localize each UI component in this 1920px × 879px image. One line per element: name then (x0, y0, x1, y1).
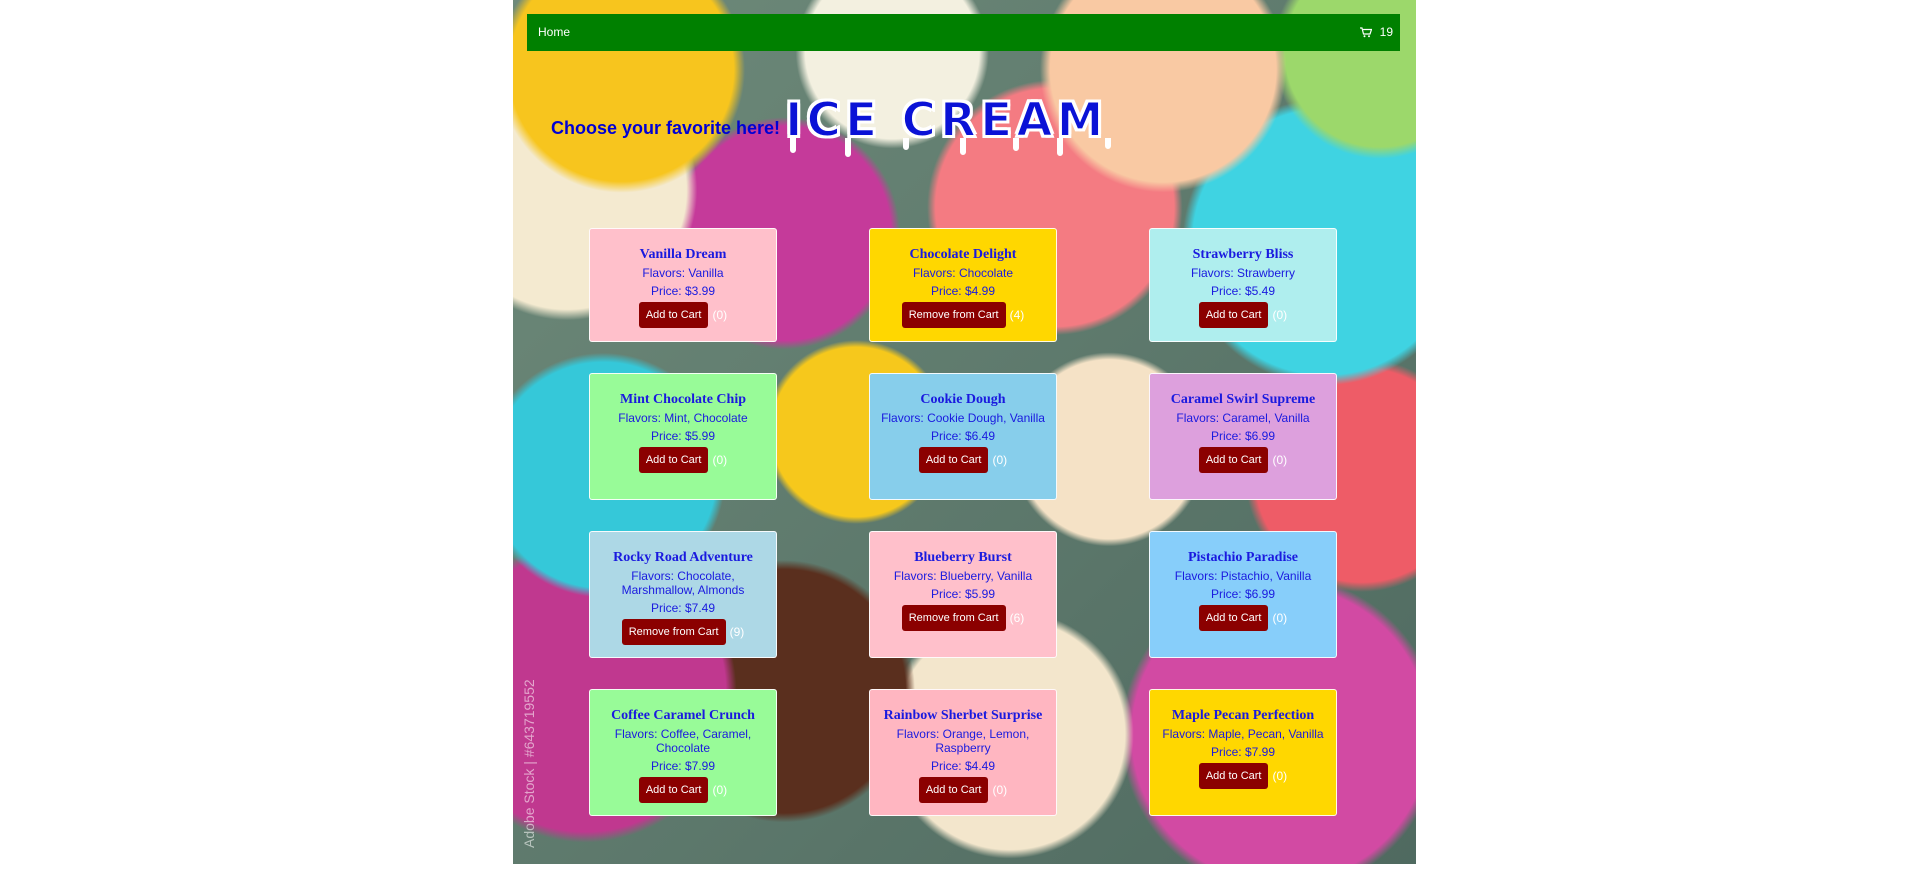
product-actions: Add to Cart (0) (870, 777, 1056, 803)
product-price: Price: $7.99 (650, 759, 716, 773)
add-to-cart-button[interactable]: Add to Cart (638, 447, 709, 473)
product-price: Price: $4.49 (930, 759, 996, 773)
product-card: Coffee Caramel Crunch Flavors: Coffee, Ca… (589, 689, 777, 816)
nav-cart-link[interactable]: 19 (1359, 25, 1393, 39)
product-cart-count: (0) (712, 308, 728, 322)
product-price: Price: $6.99 (1210, 429, 1276, 443)
product-flavors: Flavors: Blueberry, Vanilla (893, 569, 1033, 583)
product-cart-count: (0) (1272, 611, 1288, 625)
product-card: Blueberry Burst Flavors: Blueberry, Vanil… (869, 531, 1057, 658)
product-cart-count: (0) (1272, 453, 1288, 467)
product-price: Price: $6.49 (930, 429, 996, 443)
product-card: Maple Pecan Perfection Flavors: Maple, Pe… (1149, 689, 1337, 816)
product-flavors: Flavors: Chocolate (912, 266, 1014, 280)
product-price: Price: $6.99 (1210, 587, 1276, 601)
add-to-cart-button[interactable]: Add to Cart (1198, 763, 1269, 789)
product-flavors: Flavors: Caramel, Vanilla (1176, 411, 1310, 425)
product-name: Rocky Road Adventure (613, 550, 753, 565)
product-name: Coffee Caramel Crunch (611, 708, 755, 723)
product-card: Pistachio Paradise Flavors: Pistachio, Va… (1149, 531, 1337, 658)
product-price: Price: $5.49 (1210, 284, 1276, 298)
product-name: Mint Chocolate Chip (620, 392, 746, 407)
product-actions: Remove from Cart (6) (870, 605, 1056, 631)
product-cart-count: (0) (1272, 769, 1288, 783)
product-name: Cookie Dough (920, 392, 1006, 407)
product-name: Vanilla Dream (639, 247, 727, 262)
product-card: Strawberry Bliss Flavors: Strawberry Price… (1149, 228, 1337, 342)
product-actions: Remove from Cart (9) (590, 619, 776, 645)
navbar: Home 19 (527, 14, 1400, 51)
product-name: Maple Pecan Perfection (1171, 708, 1315, 723)
nav-home-link[interactable]: Home (538, 25, 570, 39)
product-card: Chocolate Delight Flavors: Chocolate Price… (869, 228, 1057, 342)
cart-count: 19 (1379, 25, 1393, 39)
product-cart-count: (0) (1272, 308, 1288, 322)
product-actions: Add to Cart (0) (1150, 763, 1336, 789)
product-cart-count: (0) (712, 783, 728, 797)
stock-watermark: Adobe Stock | #643719552 (521, 679, 537, 848)
product-name: Blueberry Burst (914, 550, 1012, 565)
add-to-cart-button[interactable]: Add to Cart (918, 447, 989, 473)
product-flavors: Flavors: Strawberry (1190, 266, 1296, 280)
drip-decoration (790, 138, 1111, 157)
product-flavors: Flavors: Maple, Pecan, Vanilla (1162, 727, 1324, 741)
add-to-cart-button[interactable]: Add to Cart (1198, 605, 1269, 631)
cart-icon (1359, 26, 1372, 37)
product-name: Caramel Swirl Supreme (1170, 392, 1316, 407)
product-flavors: Flavors: Pistachio, Vanilla (1174, 569, 1312, 583)
product-name: Strawberry Bliss (1192, 247, 1294, 262)
product-name: Rainbow Sherbet Surprise (883, 708, 1043, 723)
product-actions: Add to Cart (0) (870, 447, 1056, 473)
product-price: Price: $5.99 (650, 429, 716, 443)
product-flavors: Flavors: Chocolate, Marshmallow, Almonds (621, 569, 745, 597)
product-card: Rocky Road Adventure Flavors: Chocolate, … (589, 531, 777, 658)
remove-from-cart-button[interactable]: Remove from Cart (901, 302, 1006, 328)
product-price: Price: $4.99 (930, 284, 996, 298)
add-to-cart-button[interactable]: Add to Cart (638, 302, 709, 328)
product-name: Pistachio Paradise (1187, 550, 1299, 565)
product-actions: Add to Cart (0) (590, 302, 776, 328)
product-price: Price: $7.99 (1210, 745, 1276, 759)
product-cart-count: (0) (992, 783, 1008, 797)
product-flavors: Flavors: Vanilla (642, 266, 724, 280)
tagline: Choose your favorite here! (551, 118, 781, 138)
add-to-cart-button[interactable]: Add to Cart (1198, 447, 1269, 473)
product-price: Price: $7.49 (650, 601, 716, 615)
product-card: Cookie Dough Flavors: Cookie Dough, Vanil… (869, 373, 1057, 500)
page-background: Home 19 Choose your favorite here! ICE C… (513, 0, 1416, 864)
product-price: Price: $5.99 (930, 587, 996, 601)
product-flavors: Flavors: Coffee, Caramel, Chocolate (614, 727, 752, 755)
add-to-cart-button[interactable]: Add to Cart (1198, 302, 1269, 328)
product-cart-count: (6) (1009, 611, 1025, 625)
product-card: Caramel Swirl Supreme Flavors: Caramel, V… (1149, 373, 1337, 500)
product-cart-count: (4) (1009, 308, 1025, 322)
product-actions: Remove from Cart (4) (870, 302, 1056, 328)
product-card: Rainbow Sherbet Surprise Flavors: Orange,… (869, 689, 1057, 816)
product-cart-count: (0) (992, 453, 1008, 467)
remove-from-cart-button[interactable]: Remove from Cart (621, 619, 726, 645)
product-cart-count: (0) (712, 453, 728, 467)
product-cart-count: (9) (729, 625, 745, 639)
add-to-cart-button[interactable]: Add to Cart (918, 777, 989, 803)
product-actions: Add to Cart (0) (1150, 447, 1336, 473)
product-flavors: Flavors: Mint, Chocolate (618, 411, 748, 425)
product-card: Mint Chocolate Chip Flavors: Mint, Chocol… (589, 373, 777, 500)
product-price: Price: $3.99 (650, 284, 716, 298)
product-actions: Add to Cart (0) (590, 447, 776, 473)
product-actions: Add to Cart (0) (590, 777, 776, 803)
remove-from-cart-button[interactable]: Remove from Cart (901, 605, 1006, 631)
add-to-cart-button[interactable]: Add to Cart (638, 777, 709, 803)
product-card: Vanilla Dream Flavors: Vanilla Price: $3.9… (589, 228, 777, 342)
product-flavors: Flavors: Orange, Lemon, Raspberry (896, 727, 1030, 755)
product-actions: Add to Cart (0) (1150, 302, 1336, 328)
product-flavors: Flavors: Cookie Dough, Vanilla (881, 411, 1045, 425)
product-name: Chocolate Delight (909, 247, 1017, 262)
product-actions: Add to Cart (0) (1150, 605, 1336, 631)
